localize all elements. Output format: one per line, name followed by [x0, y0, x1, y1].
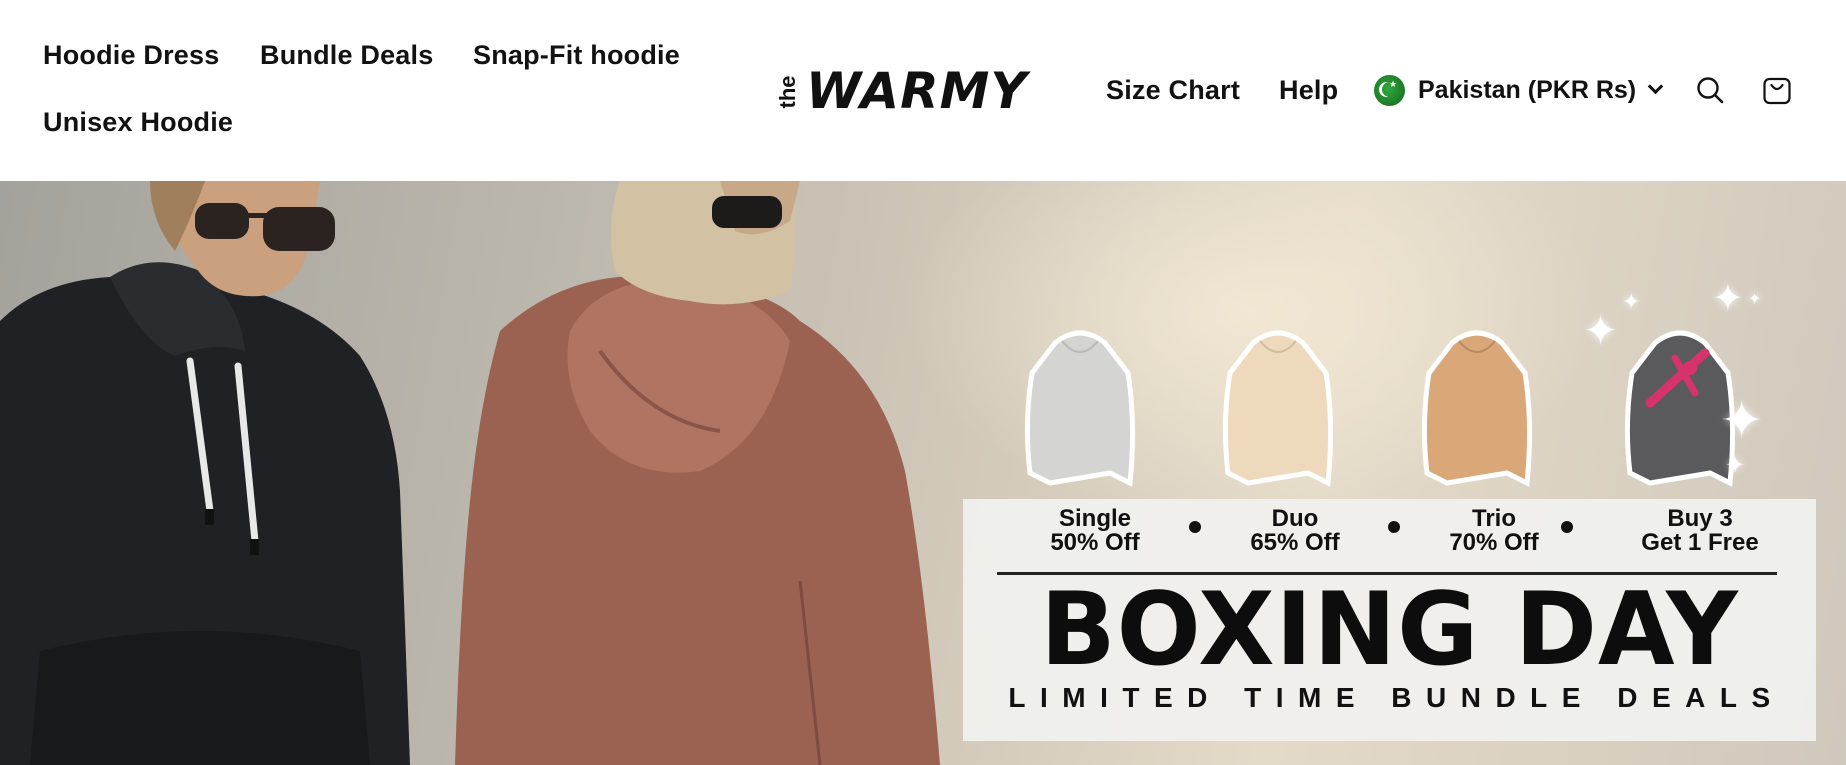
deal-discount: 70% Off [1449, 529, 1539, 556]
nav-link-unisex-hoodie[interactable]: Unisex Hoodie [43, 107, 233, 138]
model-black-hoodie [0, 181, 410, 765]
sparkle-icon: ✦ [1622, 289, 1641, 314]
separator-dot [1189, 521, 1201, 533]
deal-duo: Duo 65% Off [1225, 507, 1365, 555]
sparkle-icon: ✦ [1748, 291, 1762, 308]
hoodie-thumbnail-grey [1024, 330, 1136, 487]
deal-title: Single [1058, 505, 1131, 532]
sparkle-icon: ✦ [1720, 392, 1764, 450]
site-logo[interactable]: the WARMY [775, 62, 1028, 120]
logo-prefix: the [775, 75, 800, 109]
hoodie-thumbnail-cream [1222, 330, 1334, 487]
deal-title: Trio [1471, 505, 1516, 532]
boxing-day-deal-panel: Single 50% Off Duo 65% Off Trio 70% Off … [963, 499, 1816, 741]
logo-wordmark: WARMY [806, 62, 1028, 120]
nav-link-size-chart[interactable]: Size Chart [1106, 75, 1240, 106]
cart-icon [1763, 77, 1791, 105]
separator-dot [1561, 521, 1573, 533]
deal-buy3-get1: Buy 3 Get 1 Free [1620, 507, 1780, 555]
hero-models-illustration [0, 181, 940, 765]
site-header: Hoodie Dress Bundle Deals Snap-Fit hoodi… [0, 0, 1846, 181]
hero-headline: BOXING DAY [1040, 570, 1739, 688]
sparkle-icon: ✦ [1583, 307, 1619, 354]
country-currency-selector[interactable]: ★ Pakistan (PKR Rs) [1374, 72, 1664, 108]
separator-dot [1388, 521, 1400, 533]
deal-discount: 50% Off [1050, 529, 1140, 556]
hero-banner[interactable]: ✦ ✦ ✦ ✦ ✦ ✦ Single 50% Off Duo 65% Off T… [0, 181, 1846, 765]
cart-button[interactable] [1757, 70, 1797, 110]
deal-discount: 65% Off [1250, 529, 1340, 556]
search-icon [1697, 77, 1724, 104]
deal-title: Buy 3 [1667, 505, 1733, 532]
nav-link-help[interactable]: Help [1279, 75, 1338, 106]
hoodie-thumbnail-tan [1421, 330, 1533, 487]
deal-trio: Trio 70% Off [1424, 507, 1564, 555]
sparkle-icon: ✦ [1712, 278, 1744, 320]
nav-link-bundle-deals[interactable]: Bundle Deals [260, 40, 433, 71]
nav-link-snap-fit-hoodie[interactable]: Snap-Fit hoodie [473, 40, 680, 71]
sparkle-icon: ✦ [1725, 452, 1746, 479]
nav-link-hoodie-dress[interactable]: Hoodie Dress [43, 40, 219, 71]
country-label: Pakistan (PKR Rs) [1418, 75, 1637, 104]
search-button[interactable] [1690, 70, 1730, 110]
model-brown-hoodie [455, 181, 940, 765]
pakistan-flag-icon: ★ [1374, 74, 1405, 106]
deal-discount: Get 1 Free [1641, 529, 1759, 556]
deal-single: Single 50% Off [1025, 507, 1165, 555]
hero-subheadline: LIMITED TIME BUNDLE DEALS [1008, 682, 1785, 713]
chevron-down-icon [1647, 78, 1664, 94]
deal-title: Duo [1271, 505, 1319, 532]
